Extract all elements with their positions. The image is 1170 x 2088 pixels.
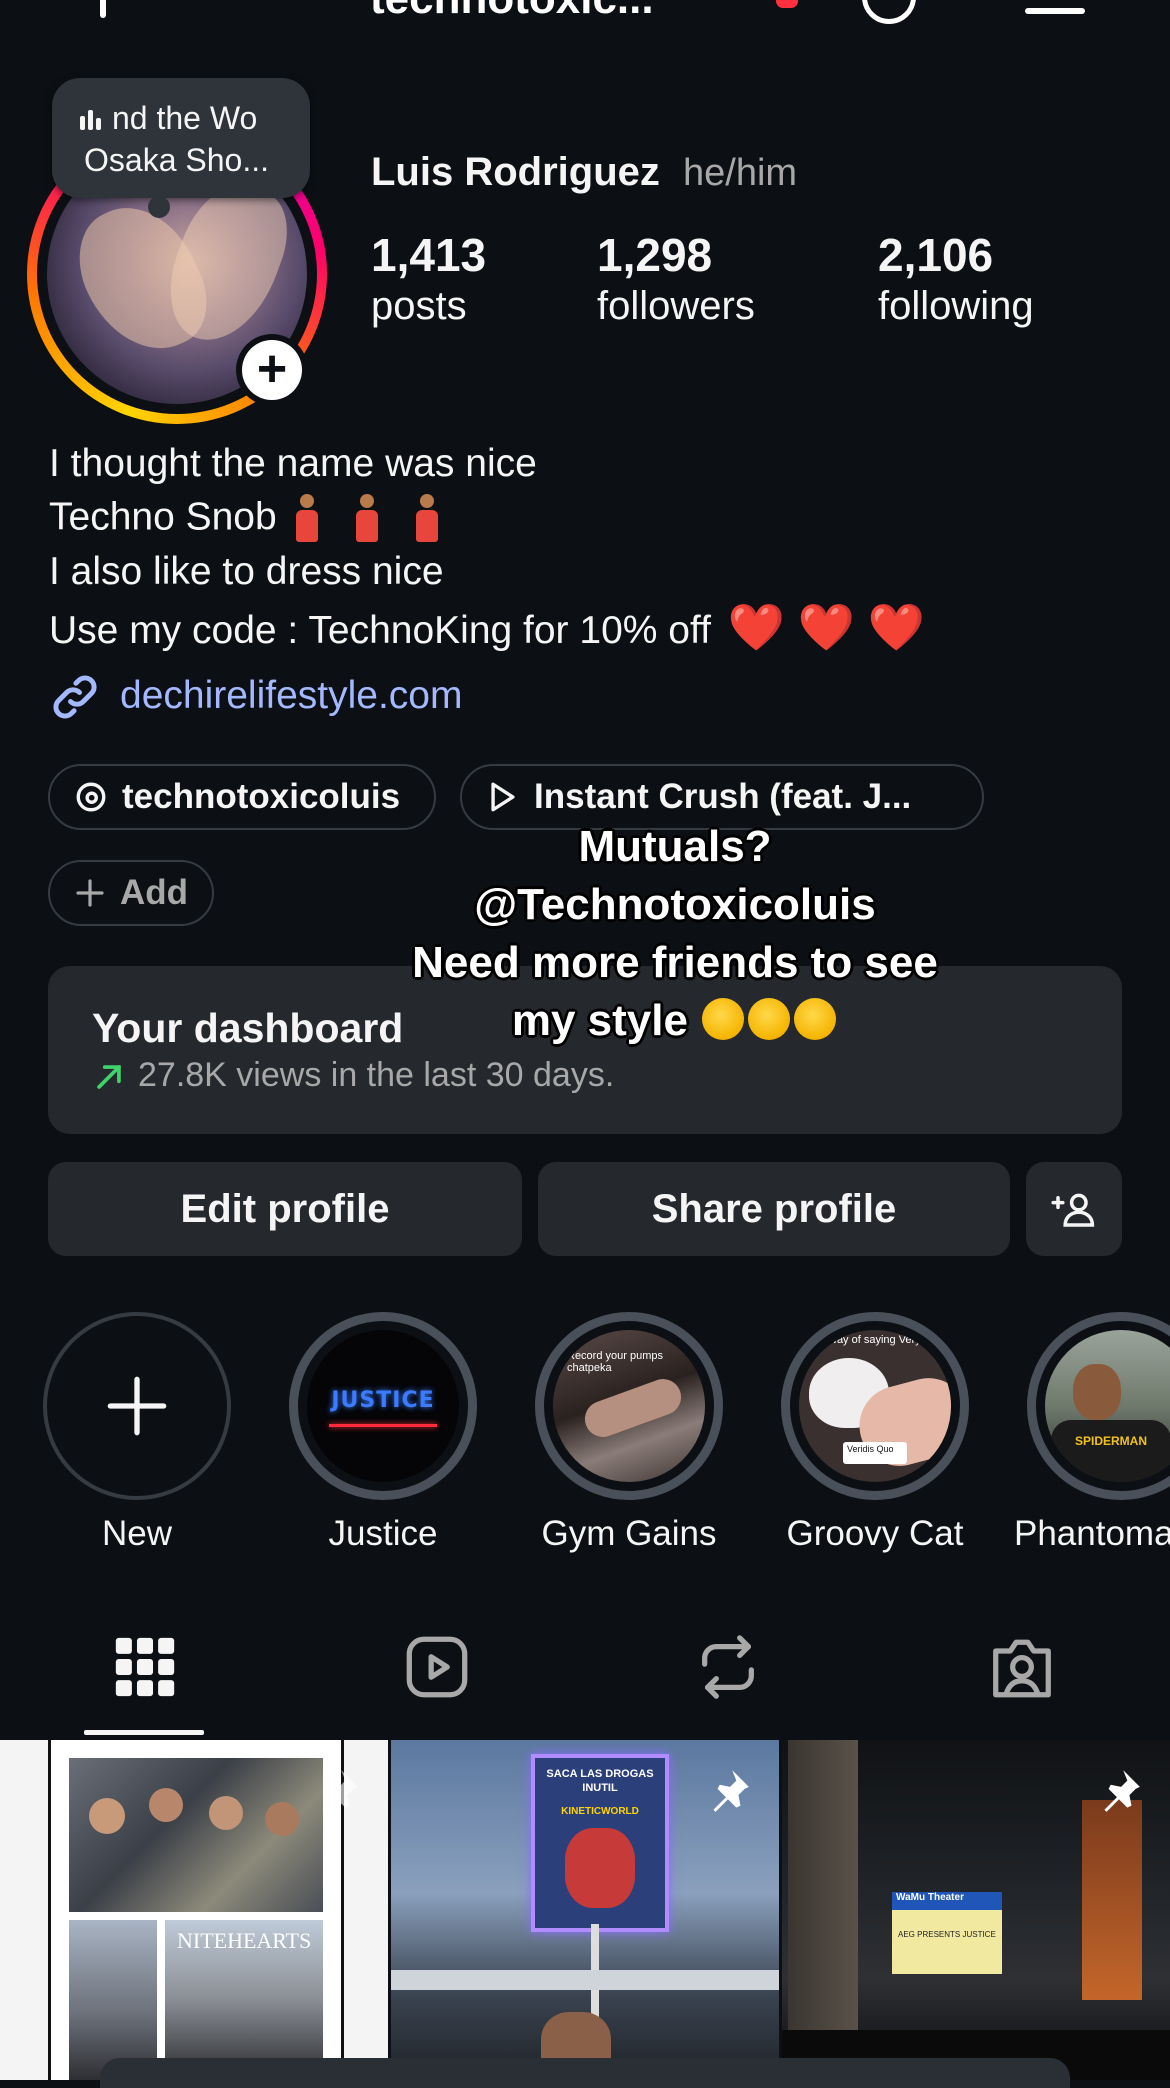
music-bars-icon [80, 110, 104, 130]
pin-icon [713, 1770, 749, 1812]
bottom-sheet-edge [100, 2058, 1070, 2088]
person-emoji [355, 494, 379, 544]
person-emoji [295, 494, 319, 544]
pronouns: he/him [683, 152, 798, 194]
highlight-label: Gym Gains [541, 1514, 717, 1553]
note-song: nd the Wo [112, 100, 258, 136]
reposts-icon[interactable] [693, 1632, 763, 1702]
relieved-emoji [748, 998, 791, 1041]
note-artist: Osaka Sho... [84, 142, 269, 178]
grid-icon[interactable] [110, 1632, 180, 1702]
tagged-icon[interactable] [987, 1632, 1057, 1702]
note-bubble[interactable] [52, 78, 310, 218]
profile-name: Luis Rodriguez [371, 150, 660, 194]
heart-emoji: ❤️ ❤️ ❤️ [727, 601, 926, 653]
add-story-icon[interactable]: + [242, 340, 302, 400]
threads-icon[interactable] [862, 0, 916, 24]
plus-icon [76, 879, 104, 907]
following-label[interactable]: following [878, 284, 1034, 329]
notification-dot [776, 0, 798, 8]
post-thumbnail[interactable]: SACA LAS DROGAS INUTIL KINETICWORLD [391, 1740, 779, 2080]
relieved-emoji [794, 998, 837, 1041]
bio-line: Techno Snob [49, 494, 457, 544]
following-count[interactable]: 2,106 [878, 228, 993, 282]
highlight-new[interactable] [43, 1312, 231, 1500]
text-overlay: Mutuals? @Technotoxicoluis Need more fri… [412, 822, 938, 1045]
highlight-groovy-cat[interactable]: way of saying Very Veridis Quo [781, 1312, 969, 1500]
plus-icon [107, 1376, 167, 1436]
bio-line: I thought the name was nice [49, 442, 537, 485]
bio-line: Use my code : TechnoKing for 10% off ❤️ … [49, 601, 926, 653]
followers-label[interactable]: followers [597, 284, 755, 329]
threads-icon [76, 782, 106, 812]
discover-people-button[interactable] [1026, 1162, 1122, 1256]
threads-chip[interactable]: technotoxicoluis [48, 764, 436, 830]
play-icon [491, 782, 515, 812]
add-link-chip[interactable]: Add [48, 860, 214, 926]
reels-icon[interactable] [402, 1632, 472, 1702]
link-icon [53, 675, 97, 719]
add-person-icon [1051, 1193, 1095, 1227]
bio-link[interactable]: dechirelifestyle.com [120, 674, 462, 718]
person-emoji [415, 494, 439, 544]
share-profile-button[interactable]: Share profile [538, 1162, 1010, 1256]
highlight-phantoma[interactable]: SPIDERMAN [1027, 1312, 1170, 1500]
bio-line: I also like to dress nice [49, 550, 444, 593]
trend-up-icon [97, 1065, 121, 1089]
justice-logo: JUSTICE [331, 1388, 435, 1413]
highlight-label: New [101, 1514, 173, 1553]
dashboard-views: 27.8K views in the last 30 days. [138, 1056, 615, 1094]
highlight-label: Groovy Cat [786, 1514, 964, 1553]
highlight-label: Phantoma [1014, 1514, 1170, 1553]
highlight-justice[interactable]: JUSTICE [289, 1312, 477, 1500]
create-icon[interactable] [100, 0, 106, 18]
menu-icon[interactable] [1025, 8, 1085, 14]
posts-count[interactable]: 1,413 [371, 228, 486, 282]
pin-icon [322, 1770, 358, 1812]
highlight-gym-gains[interactable]: Record your pumps chatpeka [535, 1312, 723, 1500]
relieved-emoji [702, 998, 745, 1041]
post-thumbnail[interactable]: WaMu Theater AEG PRESENTS JUSTICE [782, 1740, 1170, 2080]
posts-label[interactable]: posts [371, 284, 467, 329]
followers-count[interactable]: 1,298 [597, 228, 712, 282]
pin-icon [1104, 1770, 1140, 1812]
active-tab-indicator [84, 1730, 204, 1735]
dashboard-title: Your dashboard [92, 1005, 404, 1051]
edit-profile-button[interactable]: Edit profile [48, 1162, 522, 1256]
post-thumbnail[interactable]: NITEHEARTS [0, 1740, 388, 2080]
highlight-label: Justice [328, 1514, 438, 1553]
username-title[interactable]: technotoxic... [370, 0, 654, 24]
